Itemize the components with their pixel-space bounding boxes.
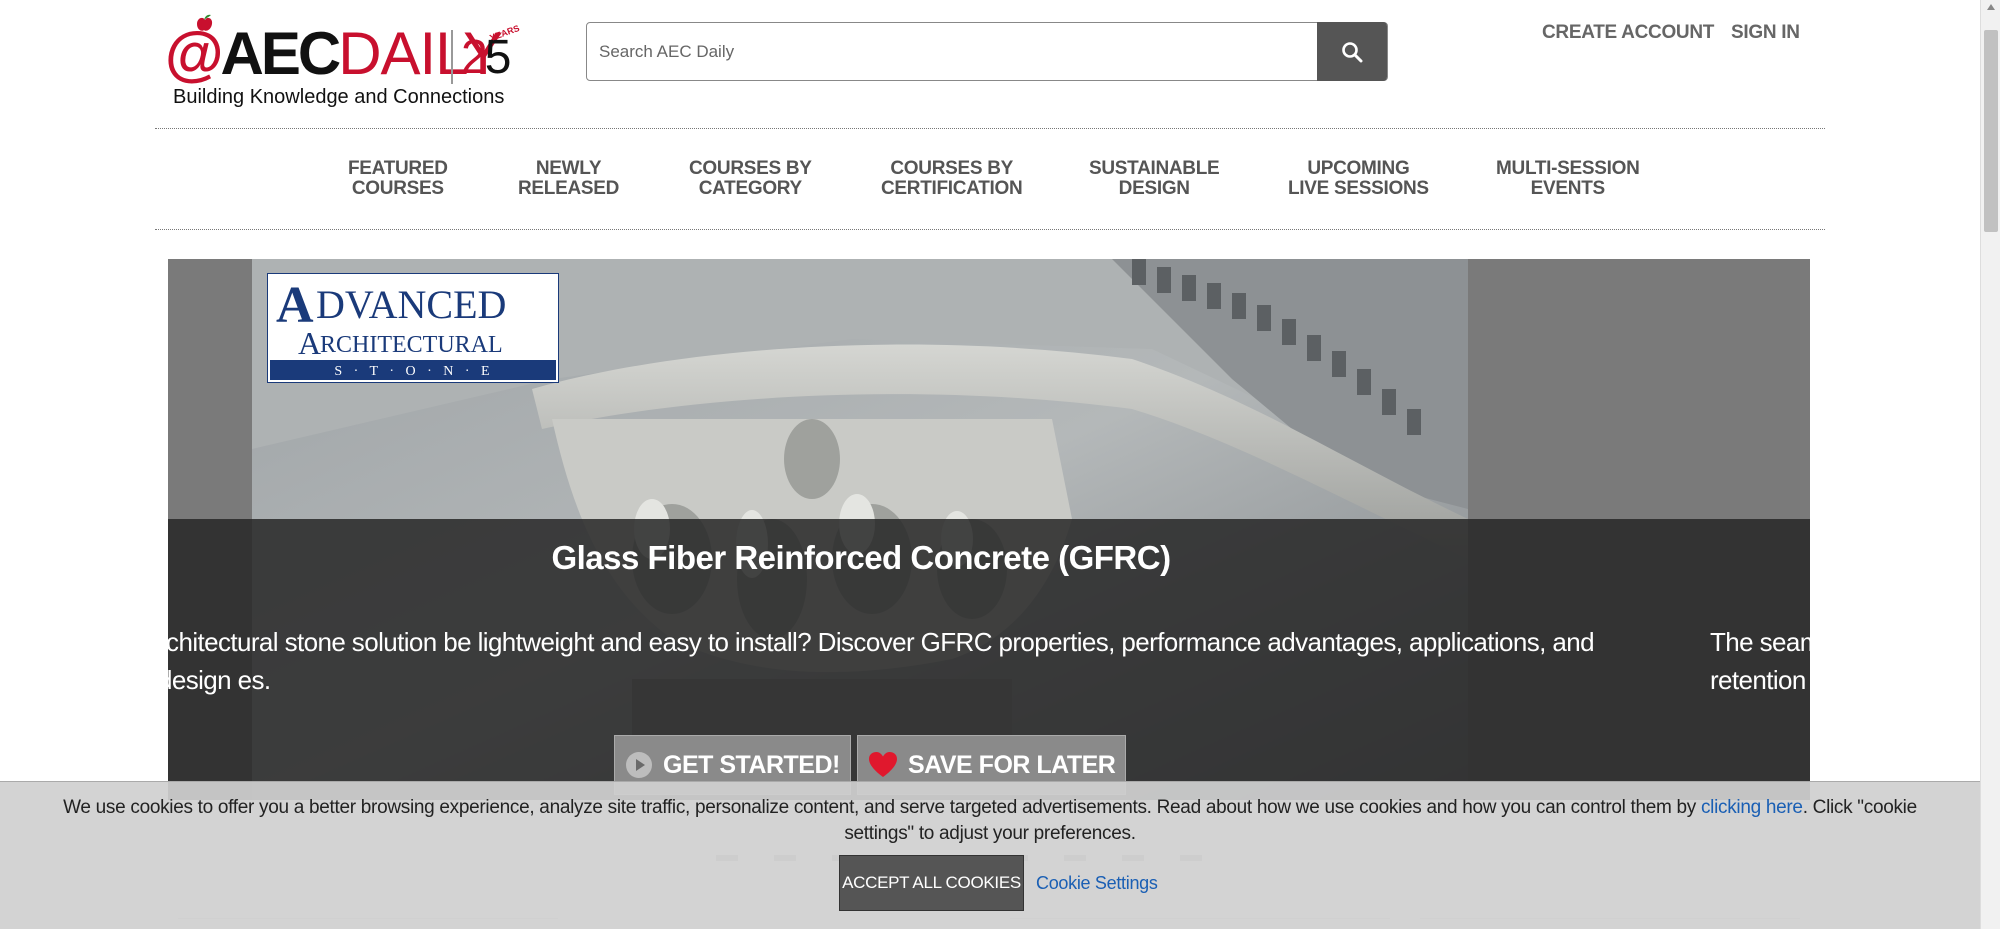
next-slide-description-peek: The seam retention [1710, 627, 1810, 695]
header-divider-top [155, 128, 1825, 129]
nav-sustainable-design[interactable]: SUSTAINABLE DESIGN [1089, 159, 1220, 199]
search-icon [1342, 41, 1363, 62]
hero-title[interactable]: Glass Fiber Reinforced Concrete (GFRC) [168, 539, 1554, 577]
nav-divider-bottom [155, 229, 1825, 230]
svg-text:RCHITECTURAL: RCHITECTURAL [320, 332, 503, 358]
aecdaily-logo[interactable]: @AECDAILY 25 YEARS Building Knowledge an… [165, 14, 525, 114]
search-input[interactable] [587, 23, 1319, 80]
logo-at: @ [165, 20, 223, 87]
vertical-scrollbar[interactable] [1980, 0, 2000, 929]
svg-text:DVANCED: DVANCED [316, 282, 506, 327]
logo-tagline: Building Knowledge and Connections [173, 86, 505, 108]
sponsor-logo-advanced-architectural-stone[interactable]: A DVANCED A RCHITECTURAL S · T · O · N ·… [267, 273, 559, 383]
nav-newly-released[interactable]: NEWLY RELEASED [518, 159, 619, 199]
cookie-consent-bar: We use cookies to offer you a better bro… [0, 781, 1980, 929]
scrollbar-thumb[interactable] [1984, 30, 1998, 232]
search-bar [586, 22, 1388, 81]
svg-text:S · T · O · N · E: S · T · O · N · E [334, 364, 493, 379]
heart-icon [869, 752, 897, 777]
nav-featured-courses[interactable]: FEATURED COURSES [348, 159, 448, 199]
logo-aec: AEC [220, 20, 342, 87]
sign-in-link[interactable]: SIGN IN [1731, 22, 1800, 44]
cookie-message: We use cookies to offer you a better bro… [63, 797, 1917, 844]
nav-courses-by-category[interactable]: COURSES BY CATEGORY [689, 159, 812, 199]
nav-multi-session-events[interactable]: MULTI-SESSION EVENTS [1496, 159, 1640, 199]
scroll-up-arrow-icon[interactable] [1987, 4, 1995, 10]
hero-carousel[interactable]: A DVANCED A RCHITECTURAL S · T · O · N ·… [168, 259, 1810, 800]
cookie-settings-link[interactable]: Cookie Settings [1036, 873, 1158, 894]
search-button[interactable] [1317, 22, 1387, 81]
hero-description: rchitectural stone solution be lightweig… [168, 627, 1595, 695]
create-account-link[interactable]: CREATE ACCOUNT [1542, 22, 1714, 44]
accept-all-cookies-button[interactable]: ACCEPT ALL COOKIES [839, 855, 1024, 911]
nav-courses-by-certification[interactable]: COURSES BY CERTIFICATION [881, 159, 1023, 199]
cookie-policy-link[interactable]: clicking here [1701, 797, 1803, 818]
play-circle-icon [626, 752, 652, 778]
sponsor-logo-mark: A DVANCED A RCHITECTURAL S · T · O · N ·… [270, 277, 556, 380]
svg-text:A: A [298, 325, 321, 361]
nav-upcoming-live-sessions[interactable]: UPCOMING LIVE SESSIONS [1288, 159, 1429, 199]
logo-divider [451, 30, 453, 84]
